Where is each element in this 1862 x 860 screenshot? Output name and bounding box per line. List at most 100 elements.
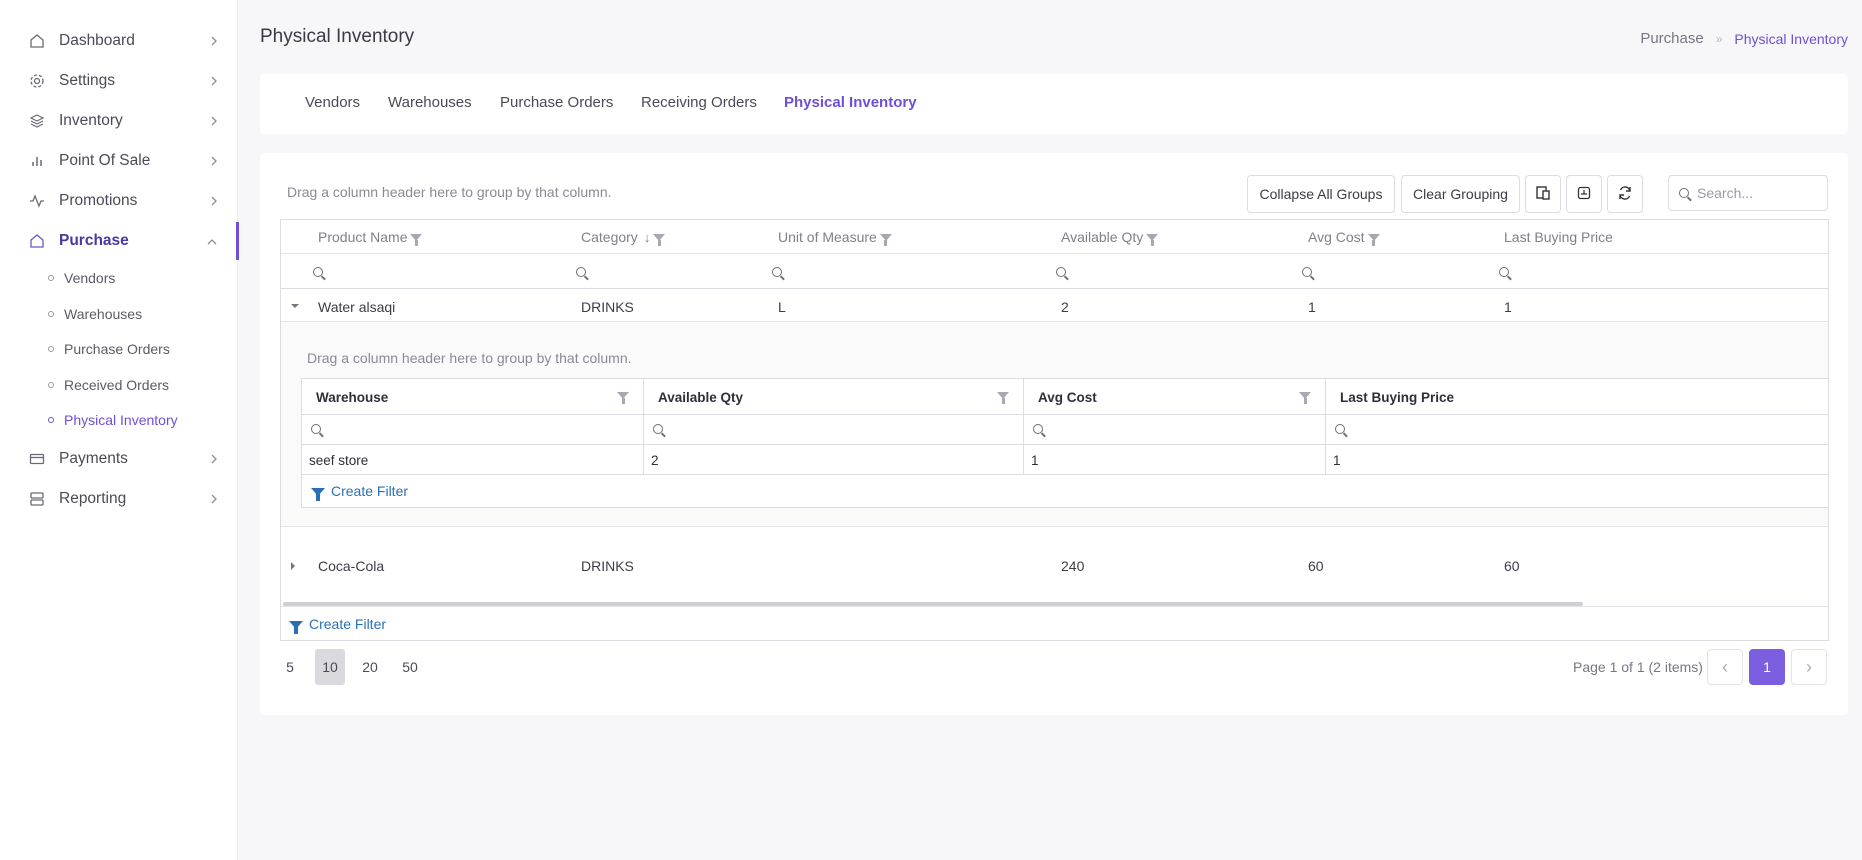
grid-header-row: Product Name Category ↓ Unit of Measure A… [281,220,1828,254]
chevron-left-icon: ‹ [1722,656,1728,677]
search-input[interactable] [1697,185,1807,201]
sidebar-item-promotions[interactable]: Promotions [28,187,218,215]
tab-warehouses[interactable]: Warehouses [388,94,472,111]
tab-physical-inventory[interactable]: Physical Inventory [784,94,917,111]
column-header-avg-cost[interactable]: Avg Cost [1308,229,1380,246]
next-page-button[interactable]: › [1791,649,1827,685]
filter-cell-unit-of-measure[interactable] [772,264,782,280]
page-size-10[interactable]: 10 [315,649,345,685]
column-header-label: Available Qty [1061,229,1144,245]
sidebar-item-label: Point Of Sale [59,152,151,169]
expand-row-icon[interactable] [291,562,295,570]
filter-cell-category[interactable] [576,264,586,280]
page-size-5[interactable]: 5 [280,649,300,685]
filter-icon[interactable] [653,233,666,246]
sidebar-item-dashboard[interactable]: Dashboard [28,27,218,55]
tab-vendors[interactable]: Vendors [305,94,360,111]
page-info: Page 1 of 1 (2 items) [1573,659,1703,675]
grid-search[interactable] [1668,175,1828,211]
sidebar-item-inventory[interactable]: Inventory [28,107,218,135]
sidebar-item-purchase[interactable]: Purchase [28,227,218,255]
detail-group-panel-hint: Drag a column header here to group by th… [307,350,632,366]
refresh-button[interactable] [1607,175,1643,213]
filter-icon[interactable] [997,392,1009,404]
chevron-right-icon [210,34,218,52]
column-header-unit-of-measure[interactable]: Unit of Measure [778,229,892,246]
detail-column-header-available-qty[interactable]: Available Qty [644,379,1024,415]
filter-cell-available-qty[interactable] [1056,264,1066,280]
filter-icon[interactable] [617,392,629,404]
sidebar-subitem-purchase-orders[interactable]: Purchase Orders [48,338,170,360]
detail-filter-warehouse[interactable] [302,415,644,445]
sidebar-subitem-label: Received Orders [64,377,170,393]
bullet-icon [48,311,54,317]
column-header-product-name[interactable]: Product Name [318,229,423,246]
column-header-last-buying-price[interactable]: Last Buying Price [1504,229,1613,245]
detail-filter-available-qty[interactable] [644,415,1024,445]
detail-create-filter-link[interactable]: Create Filter [311,483,408,501]
sidebar-item-reporting[interactable]: Reporting [28,485,218,513]
column-header-label: Available Qty [658,390,744,405]
sidebar-item-point-of-sale[interactable]: Point Of Sale [28,147,218,175]
page-size-50[interactable]: 50 [395,649,425,685]
row-divider [281,526,1828,527]
tab-purchase-orders[interactable]: Purchase Orders [500,94,613,111]
filter-icon[interactable] [1367,233,1380,246]
breadcrumb-purchase[interactable]: Purchase [1640,30,1703,47]
collapse-row-icon[interactable] [291,304,299,308]
sidebar-subitem-label: Purchase Orders [64,341,170,357]
filter-icon[interactable] [1299,392,1311,404]
sidebar-subitem-label: Warehouses [64,306,143,322]
cell-category: DRINKS [581,558,634,574]
clear-grouping-button[interactable]: Clear Grouping [1401,175,1520,213]
detail-column-header-avg-cost[interactable]: Avg Cost [1024,379,1326,415]
detail-cell-available-qty: 2 [644,445,1024,475]
tab-receiving-orders[interactable]: Receiving Orders [641,94,757,111]
column-chooser-button[interactable] [1525,175,1561,213]
chevron-right-icon: › [1806,656,1812,677]
filter-cell-product-name[interactable] [313,264,323,280]
active-indicator [236,222,239,260]
chevron-right-icon [210,194,218,212]
collapse-all-groups-button[interactable]: Collapse All Groups [1247,175,1395,213]
column-header-category[interactable]: Category ↓ [581,229,666,246]
home-icon [28,32,46,50]
sidebar-item-settings[interactable]: Settings [28,67,218,95]
sidebar-item-label: Purchase [59,232,129,249]
column-header-label: Product Name [318,229,408,245]
chevron-up-icon [206,234,218,252]
search-icon [1302,267,1312,277]
breadcrumb-current: Physical Inventory [1734,30,1848,47]
detail-column-header-warehouse[interactable]: Warehouse [302,379,644,415]
sidebar-subitem-vendors[interactable]: Vendors [48,267,115,289]
export-button[interactable] [1566,175,1602,213]
sidebar-subitem-warehouses[interactable]: Warehouses [48,303,142,325]
breadcrumb: Purchase » Physical Inventory [1640,30,1848,47]
cell-available-qty: 2 [1061,299,1069,315]
detail-filter-avg-cost[interactable] [1024,415,1326,445]
filter-icon[interactable] [410,233,423,246]
tabs-bar: Vendors Warehouses Purchase Orders Recei… [260,74,1848,134]
sidebar-subitem-received-orders[interactable]: Received Orders [48,374,169,396]
prev-page-button[interactable]: ‹ [1707,649,1743,685]
filter-icon[interactable] [1146,233,1159,246]
search-icon [1499,267,1509,277]
page-1-button[interactable]: 1 [1749,649,1785,685]
sidebar-item-payments[interactable]: Payments [28,445,218,473]
sidebar-subitem-physical-inventory[interactable]: Physical Inventory [48,409,178,431]
sidebar-subitem-label: Vendors [64,270,116,286]
filter-icon[interactable] [879,233,892,246]
page-size-20[interactable]: 20 [355,649,385,685]
create-filter-link[interactable]: Create Filter [289,616,386,634]
sidebar-item-label: Dashboard [59,32,135,49]
group-panel-hint: Drag a column header here to group by th… [287,184,612,200]
sidebar-item-label: Promotions [59,192,138,209]
filter-cell-last-buying-price[interactable] [1499,264,1509,280]
detail-cell-avg-cost: 1 [1024,445,1326,475]
filter-cell-avg-cost[interactable] [1302,264,1312,280]
cell-last-buying-price: 1 [1504,299,1512,315]
cell-last-buying-price: 60 [1504,558,1520,574]
detail-filter-last-buying-price[interactable] [1326,415,1828,445]
detail-column-header-last-buying-price[interactable]: Last Buying Price [1326,379,1828,415]
column-header-available-qty[interactable]: Available Qty [1061,229,1159,246]
